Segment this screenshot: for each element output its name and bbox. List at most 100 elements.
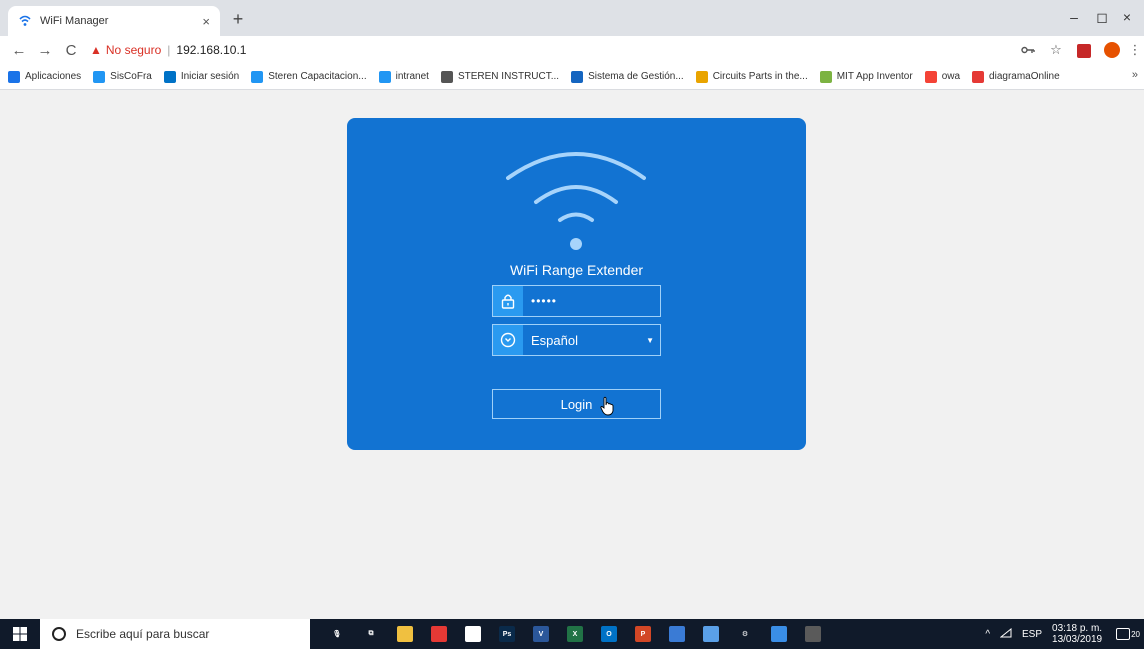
clock[interactable]: 03:18 p. m. 13/03/2019 (1052, 623, 1102, 645)
bookmark-item[interactable]: Iniciar sesión (163, 70, 240, 83)
app-glyph (465, 626, 481, 642)
security-label[interactable]: No seguro (106, 43, 161, 57)
bookmark-item[interactable]: owa (924, 70, 960, 83)
forward-button[interactable]: → (32, 38, 58, 62)
wifi-favicon-icon (18, 14, 32, 28)
bookmark-item[interactable]: diagramaOnline (972, 70, 1060, 83)
settings-icon[interactable]: ⚙ (728, 619, 762, 649)
bookmark-favicon-icon (8, 70, 20, 83)
language-icon (493, 325, 523, 355)
tray-chevron-icon[interactable]: ^ (985, 629, 990, 640)
bookmark-item[interactable]: STEREN INSTRUCT... (440, 70, 560, 83)
warning-icon: ▲ (90, 43, 102, 57)
snipping-tool-icon[interactable] (660, 619, 694, 649)
bookmark-favicon-icon (972, 70, 985, 83)
bookmark-favicon-icon (571, 70, 584, 83)
new-tab-button[interactable]: + (226, 8, 250, 32)
search-placeholder: Escribe aquí para buscar (76, 627, 210, 641)
clock-date: 13/03/2019 (1052, 634, 1103, 645)
notepad-icon[interactable] (694, 619, 728, 649)
key-icon[interactable] (1014, 43, 1042, 58)
tab-wifi-manager[interactable]: WiFi Manager × (8, 6, 220, 36)
file-explorer-icon[interactable] (388, 619, 422, 649)
system-tray: ^ ESP 03:18 p. m. 13/03/2019 20 (985, 619, 1144, 649)
password-field[interactable]: ••••• (492, 285, 661, 317)
login-button[interactable]: Login (492, 389, 661, 419)
bookmark-label: intranet (395, 71, 429, 82)
hand-cursor-icon (600, 396, 614, 416)
login-card: WiFi Range Extender ••••• Español ▼ Logi… (347, 118, 806, 450)
bookmark-label: Circuits Parts in the... (712, 71, 808, 82)
bookmark-item[interactable]: Circuits Parts in the... (695, 70, 808, 83)
sticky-notes-icon[interactable] (456, 619, 490, 649)
bookmark-label: Steren Capacitacion... (268, 71, 367, 82)
back-button[interactable]: ← (6, 38, 32, 62)
app-glyph: V (533, 626, 549, 642)
bookmark-favicon-icon (819, 70, 832, 83)
tab-title: WiFi Manager (40, 15, 109, 27)
address-bar[interactable]: ▲ No seguro | 192.168.10.1 (90, 38, 246, 62)
cortana-icon (52, 627, 66, 641)
app-glyph: P (635, 626, 651, 642)
language-select[interactable]: Español ▼ (492, 324, 661, 356)
bookmarks-bar: Aplicaciones SisCoFra Iniciar sesión Steren… (0, 64, 1144, 90)
taskbar-search-box[interactable]: Escribe aquí para buscar (40, 619, 310, 649)
language-value: Español (531, 332, 578, 348)
bookmark-favicon-icon (378, 70, 391, 83)
clock-time: 03:18 p. m. (1052, 623, 1103, 634)
bookmark-item[interactable]: MIT App Inventor (819, 70, 913, 83)
notifications-button[interactable]: 20 (1116, 628, 1140, 640)
bookmark-item[interactable]: SisCoFra (93, 70, 152, 83)
bookmark-label: STEREN INSTRUCT... (457, 71, 560, 82)
photoshop-icon[interactable]: Ps (490, 619, 524, 649)
bookmark-label: Iniciar sesión (180, 71, 240, 82)
star-icon[interactable]: ☆ (1042, 42, 1070, 58)
input-language[interactable]: ESP (1022, 629, 1042, 640)
bookmark-label: diagramaOnline (989, 71, 1060, 82)
address-separator: | (167, 43, 171, 57)
profile-avatar-icon[interactable] (1098, 42, 1126, 59)
bookmark-item[interactable]: intranet (378, 70, 429, 83)
chrome-icon[interactable] (422, 619, 456, 649)
outlook-icon[interactable]: O (592, 619, 626, 649)
bookmark-item[interactable]: Steren Capacitacion... (251, 70, 367, 83)
microphone-icon[interactable]: 🎙 (320, 619, 354, 649)
bookmark-label: SisCoFra (110, 71, 152, 82)
tab-strip: WiFi Manager × + – ◻ × (0, 0, 1144, 36)
powerpoint-icon[interactable]: P (626, 619, 660, 649)
pdf-extension-icon[interactable] (1070, 42, 1098, 58)
windows-start-button[interactable] (0, 619, 40, 649)
action-center-icon (1116, 628, 1131, 640)
bookmark-item[interactable]: Sistema de Gestión... (571, 70, 684, 83)
lock-icon (493, 286, 523, 316)
toolbar-right: ☆ ⋮ (1014, 36, 1144, 64)
excel-icon[interactable]: X (558, 619, 592, 649)
calculator-icon[interactable] (796, 619, 830, 649)
remote-desktop-icon[interactable] (762, 619, 796, 649)
bookmark-label: Sistema de Gestión... (588, 71, 684, 82)
url-text[interactable]: 192.168.10.1 (176, 43, 246, 57)
bookmark-item[interactable]: Aplicaciones (8, 70, 82, 83)
notification-count: 20 (1131, 629, 1140, 639)
taskbar-apps: 🎙 ⧉ Ps V X O P ⚙ (320, 619, 830, 649)
wifi-logo-icon (506, 152, 646, 250)
bookmark-favicon-icon (440, 70, 453, 83)
task-view-icon[interactable]: ⧉ (354, 619, 388, 649)
menu-icon[interactable]: ⋮ (1126, 42, 1144, 58)
bookmarks-overflow-button[interactable]: » (1132, 69, 1138, 81)
device-title: WiFi Range Extender (509, 262, 644, 278)
bookmark-label: Aplicaciones (25, 71, 82, 82)
tab-close-icon[interactable]: × (202, 14, 210, 29)
network-icon[interactable] (999, 627, 1012, 641)
app-glyph (397, 626, 413, 642)
app-glyph: O (601, 626, 617, 642)
visio-icon[interactable]: V (524, 619, 558, 649)
window-close-button[interactable]: × (1110, 4, 1144, 30)
reload-button[interactable]: C (58, 38, 84, 62)
taskbar: Escribe aquí para buscar 🎙 ⧉ Ps V X O P ⚙ ^ ESP… (0, 619, 1144, 649)
bookmark-favicon-icon (251, 70, 264, 83)
bookmark-favicon-icon (695, 70, 708, 83)
app-glyph (431, 626, 447, 642)
app-glyph: 🎙 (329, 626, 345, 642)
app-glyph (805, 626, 821, 642)
